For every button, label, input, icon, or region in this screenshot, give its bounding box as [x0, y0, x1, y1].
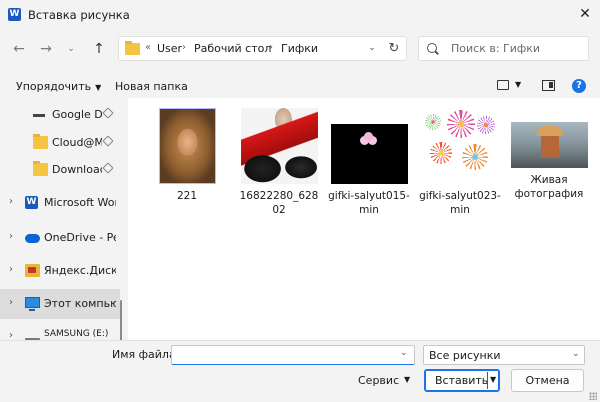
address-dropdown-icon[interactable]: ⌄ — [364, 36, 380, 61]
sidebar-item-cloud-mail[interactable]: Cloud@Mail — [0, 128, 120, 158]
caret-down-icon[interactable]: ▼ — [490, 375, 496, 384]
sidebar-item-label: Cloud@Mail — [52, 136, 102, 149]
caret-down-icon[interactable]: ▼ — [404, 375, 410, 384]
file-item[interactable]: 16822280_62802 — [237, 108, 321, 217]
sidebar-item-downloads[interactable]: Downloads — [0, 155, 120, 185]
view-options-icon[interactable] — [497, 80, 509, 90]
cancel-label: Отмена — [525, 374, 570, 387]
file-name: Живая фотография — [514, 174, 584, 200]
pin-icon — [102, 162, 114, 174]
dash-icon — [33, 114, 45, 117]
insert-label: Вставить — [435, 374, 489, 387]
filename-label: Имя файла: — [112, 348, 180, 361]
title-bar: W Вставка рисунка ✕ — [0, 0, 600, 30]
caret-down-icon[interactable]: ▼ — [515, 80, 521, 89]
chevron-right-icon[interactable]: › — [9, 297, 13, 308]
firework-shape — [424, 114, 441, 130]
image-thumbnail — [158, 108, 216, 184]
chevron-right-icon[interactable]: › — [9, 330, 13, 340]
firework-shape — [429, 142, 452, 164]
sidebar-item-onedrive[interactable]: › OneDrive - Personal — [0, 223, 120, 253]
file-item[interactable]: gifki-salyut015-min — [327, 108, 411, 217]
navigation-pane: Google Drive Cloud@Mail Downloads › W Mi… — [0, 98, 127, 340]
file-item[interactable]: gifki-salyut023-min — [418, 108, 502, 217]
sidebar-item-label: SAMSUNG (E:) — [44, 329, 109, 339]
firework-shape — [446, 110, 475, 138]
help-icon[interactable]: ? — [572, 79, 586, 93]
new-folder-button[interactable]: Новая папка — [115, 80, 188, 93]
resize-grip[interactable] — [589, 392, 597, 400]
sidebar-item-label: Этот компьютер — [44, 297, 116, 310]
file-name: gifki-salyut015-min — [328, 190, 410, 216]
refresh-icon[interactable]: ↻ — [385, 36, 403, 61]
organize-button[interactable]: Упорядочить ▼ — [16, 80, 101, 93]
cancel-button[interactable]: Отмена — [511, 369, 584, 392]
sidebar-item-google-drive[interactable]: Google Drive — [0, 100, 120, 130]
filename-input[interactable] — [171, 345, 415, 365]
file-type-value: Все рисунки — [429, 349, 501, 362]
yandex-disk-icon — [25, 264, 40, 277]
file-name: 16822280_62802 — [239, 190, 319, 216]
chevron-right-icon[interactable]: › — [9, 231, 13, 242]
sidebar-item-yandex-disk[interactable]: › Яндекс.Диск — [0, 256, 120, 286]
forward-button[interactable]: → — [37, 40, 55, 58]
insert-picture-dialog: W Вставка рисунка ✕ ← → ⌄ ↑ « User › Раб… — [0, 0, 600, 402]
chevron-down-icon[interactable]: ⌄ — [400, 348, 408, 358]
sidebar-item-samsung-drive[interactable]: › SAMSUNG (E:) — [0, 326, 120, 340]
breadcrumb-separator-icon: › — [182, 42, 186, 53]
image-thumbnail — [330, 124, 408, 184]
close-button[interactable]: ✕ — [574, 3, 596, 25]
file-list: 221 16822280_62802 gifki-salyut015-min g… — [128, 98, 600, 340]
sidebar-item-label: Microsoft Word — [44, 196, 116, 209]
computer-icon — [25, 297, 40, 311]
chevron-down-icon: ⌄ — [572, 349, 580, 359]
sidebar-scrollbar[interactable] — [120, 300, 122, 340]
organize-label: Упорядочить — [16, 80, 92, 93]
recent-locations-button[interactable]: ⌄ — [62, 40, 80, 58]
folder-icon — [33, 161, 48, 176]
split-divider — [487, 372, 488, 389]
file-type-select[interactable]: Все рисунки ⌄ — [423, 345, 585, 365]
image-thumbnail — [510, 122, 588, 168]
back-button[interactable]: ← — [10, 40, 28, 58]
chevron-right-icon[interactable]: › — [9, 196, 13, 207]
image-thumbnail — [240, 108, 318, 184]
pin-icon — [102, 135, 114, 147]
firework-shape — [461, 144, 488, 170]
sidebar-item-label: Яндекс.Диск — [44, 264, 116, 277]
breadcrumb-item[interactable]: User — [157, 42, 182, 55]
word-icon: W — [25, 196, 38, 209]
sidebar-item-this-pc[interactable]: › Этот компьютер — [0, 289, 120, 319]
word-app-icon: W — [8, 8, 21, 21]
image-thumbnail — [421, 108, 499, 184]
window-title: Вставка рисунка — [28, 8, 130, 22]
caret-down-icon: ▼ — [95, 83, 102, 92]
sidebar-item-label: Google Drive — [52, 108, 102, 121]
pin-icon — [102, 107, 114, 119]
breadcrumb-item[interactable]: Гифки — [281, 42, 318, 55]
chevron-right-icon[interactable]: › — [9, 264, 13, 275]
tools-button[interactable]: Сервис — [358, 374, 399, 387]
insert-button[interactable]: Вставить ▼ — [424, 369, 500, 392]
breadcrumb-overflow[interactable]: « — [145, 42, 151, 53]
preview-pane-icon[interactable] — [542, 80, 555, 91]
file-name: gifki-salyut023-min — [419, 190, 501, 216]
folder-icon — [33, 134, 48, 149]
file-item[interactable]: Живая фотография — [507, 108, 591, 201]
breadcrumb-separator-icon: › — [269, 42, 273, 53]
sidebar-item-label: Downloads — [52, 163, 102, 176]
search-placeholder: Поиск в: Гифки — [451, 42, 541, 55]
firework-shape — [476, 116, 495, 134]
folder-icon — [125, 41, 140, 55]
file-name: 221 — [176, 190, 198, 202]
search-icon — [427, 43, 437, 53]
cloud-icon — [25, 234, 40, 243]
up-button[interactable]: ↑ — [90, 40, 108, 58]
sidebar-item-microsoft-word[interactable]: › W Microsoft Word — [0, 188, 120, 218]
breadcrumb-item[interactable]: Рабочий стол — [194, 42, 271, 55]
search-box[interactable]: Поиск в: Гифки — [418, 36, 589, 61]
sidebar-item-label: OneDrive - Personal — [44, 231, 116, 244]
file-item[interactable]: 221 — [145, 108, 229, 203]
